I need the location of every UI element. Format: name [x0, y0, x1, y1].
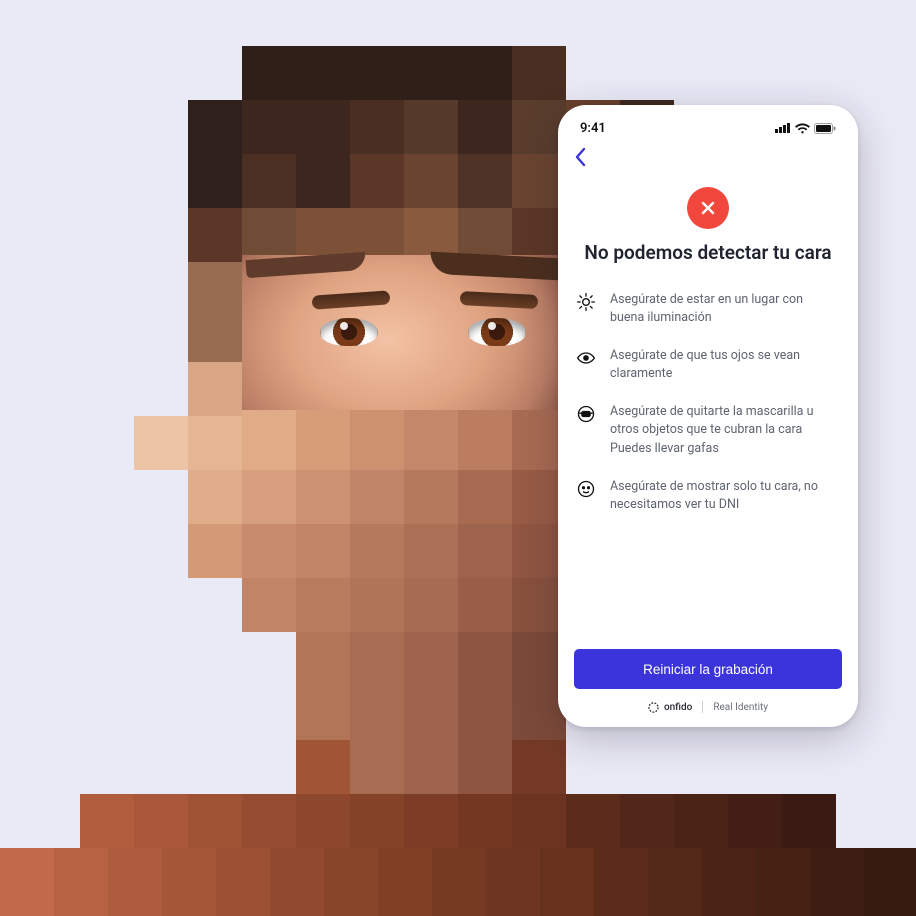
sun-icon: [576, 292, 596, 312]
face-icon: [576, 479, 596, 499]
tip-text: Asegúrate de quitarte la mascarilla u ot…: [610, 403, 840, 457]
restart-recording-button[interactable]: Reiniciar la grabación: [574, 649, 842, 689]
status-icons: [775, 123, 836, 134]
nav-bar: [574, 139, 842, 169]
footer-divider: [702, 701, 703, 713]
onfido-logo-icon: [648, 702, 659, 713]
screen-title: No podemos detectar tu cara: [574, 241, 842, 265]
tip-item: Asegúrate de estar en un lugar con buena…: [576, 291, 840, 327]
cellular-icon: [775, 123, 791, 133]
tips-list: Asegúrate de estar en un lugar con buena…: [574, 291, 842, 641]
status-time: 9:41: [580, 121, 606, 136]
tip-item: Asegúrate de mostrar solo tu cara, no ne…: [576, 478, 840, 514]
tip-text: Asegúrate de estar en un lugar con buena…: [610, 291, 840, 327]
tip-item: Asegúrate de quitarte la mascarilla u ot…: [576, 403, 840, 457]
wifi-icon: [795, 123, 810, 134]
brand-logo: onfido: [648, 702, 692, 713]
eye-icon: [576, 348, 596, 368]
mask-icon: [576, 404, 596, 424]
tip-text: Asegúrate de que tus ojos se vean claram…: [610, 347, 840, 383]
chevron-left-icon: [574, 147, 586, 167]
phone-frame: 9:41 No podemos detectar tu cara Asegúra…: [558, 105, 858, 727]
tip-text: Asegúrate de mostrar solo tu cara, no ne…: [610, 478, 840, 514]
back-button[interactable]: [574, 147, 586, 167]
close-icon: [701, 201, 715, 215]
footer: onfido Real Identity: [574, 701, 842, 713]
error-badge: [687, 187, 729, 229]
tip-item: Asegúrate de que tus ojos se vean claram…: [576, 347, 840, 383]
brand-name: onfido: [664, 702, 692, 713]
status-bar: 9:41: [574, 117, 842, 139]
footer-tag: Real Identity: [713, 702, 768, 713]
battery-icon: [814, 123, 836, 134]
